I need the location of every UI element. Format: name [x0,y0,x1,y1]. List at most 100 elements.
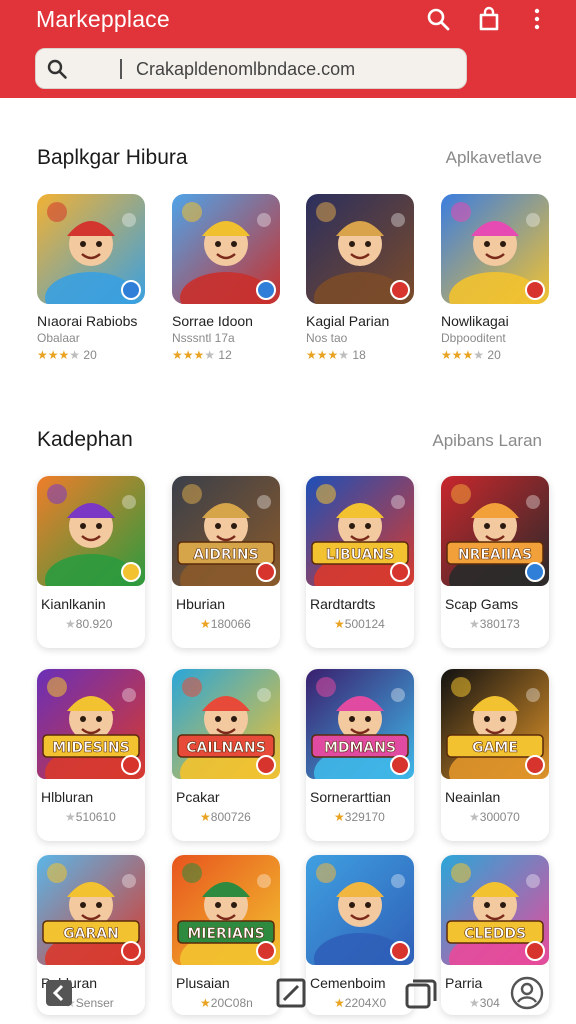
app-badge-icon [256,941,276,961]
app-thumbnail: MIERIANS [172,855,280,965]
app-rating: ★510610 [65,810,116,824]
svg-text:MIERIANS: MIERIANS [187,926,264,942]
app-name: Nıaorai Rabiobs [37,313,138,329]
more-vert-icon[interactable] [524,6,550,32]
app-badge-icon [121,280,141,300]
app-card[interactable]: MDMANS Sornerarttian ★329170 [306,669,414,841]
svg-text:MIDESINS: MIDESINS [52,740,129,756]
rating-count: 800726 [210,810,251,824]
app-thumbnail: AIDRINS [172,476,280,586]
app-badge-icon [390,562,410,582]
search-input[interactable] [136,54,456,84]
rating-count: 180066 [210,617,251,631]
app-badge-icon [121,941,141,961]
app-subtitle: Nsssntl 17a [172,331,235,345]
navigation-bar [0,964,576,1024]
app-thumbnail [172,194,280,304]
app-card[interactable]: LIBUANS Rardtardts ★500124 [306,476,414,648]
app-thumbnail [306,855,414,965]
app-name: Sorrae Idoon [172,313,253,329]
app-card[interactable]: CAILNANS Pcakar ★800726 [172,669,280,841]
app-rating: ★380173 [469,617,520,631]
app-badge-icon [390,941,410,961]
app-card[interactable]: GAME Neainlan ★300070 [441,669,549,841]
app-card[interactable]: Kianlkanin ★80.920 [37,476,145,648]
app-badge-icon [525,941,545,961]
app-thumbnail [37,194,145,304]
svg-text:NREAIIAS: NREAIIAS [458,547,532,563]
app-badge-icon [256,755,276,775]
svg-text:MDMANS: MDMANS [324,740,396,756]
section-see-all-link[interactable]: Aplkavetlave [446,148,542,168]
app-badge-icon [390,280,410,300]
rating-count: 300070 [479,810,520,824]
rating-count: 510610 [75,810,116,824]
app-name: Neainlan [445,789,501,805]
top-app-bar: Markepplace [0,0,576,98]
app-rating: ★80.920 [65,617,113,631]
app-badge-icon [121,562,141,582]
search-field-icon [47,59,67,79]
rating-count: 20 [487,348,501,362]
section-see-all-link[interactable]: Apibans Laran [432,431,542,451]
app-card[interactable]: AIDRINS Hburian ★180066 [172,476,280,648]
app-name: Hburian [176,596,226,612]
app-tile[interactable]: Nıaorai Rabiobs Obalaar ★★★★ 20 [37,194,145,362]
app-tile[interactable]: Sorrae Idoon Nsssntl 17a ★★★★ 12 [172,194,280,362]
svg-text:CLEDDS: CLEDDS [464,926,526,942]
app-thumbnail: LIBUANS [306,476,414,586]
rating-count: 380173 [479,617,520,631]
rating-count: 20 [83,348,97,362]
app-badge-icon [525,562,545,582]
account-icon[interactable] [510,976,544,1010]
app-rating: ★★★★ 12 [172,348,232,362]
recents-icon[interactable] [404,976,438,1010]
edit-square-icon[interactable] [274,976,308,1010]
app-thumbnail: CLEDDS [441,855,549,965]
search-bar[interactable] [35,48,467,89]
svg-text:GAME: GAME [472,740,518,756]
app-name: Kianlkanin [41,596,106,612]
app-thumbnail: GARAN [37,855,145,965]
app-subtitle: Nos tao [306,331,348,345]
app-rating: ★★★★ 20 [37,348,97,362]
app-rating: ★329170 [334,810,385,824]
app-thumbnail [37,476,145,586]
search-icon[interactable] [425,6,451,32]
app-name: Scap Gams [445,596,519,612]
app-rating: ★300070 [469,810,520,824]
app-rating: ★★★★ 18 [306,348,366,362]
svg-text:LIBUANS: LIBUANS [326,547,394,563]
app-badge-icon [121,755,141,775]
svg-text:CAILNANS: CAILNANS [186,740,266,756]
rating-count: 12 [218,348,232,362]
app-thumbnail [441,194,549,304]
app-name: Pcakar [176,789,220,805]
app-card[interactable]: MIDESINS Hlbluran ★510610 [37,669,145,841]
svg-text:GARAN: GARAN [63,926,119,942]
app-tile[interactable]: Nowlikagai Dbpooditent ★★★★ 20 [441,194,549,362]
app-name: Hlbluran [41,789,94,805]
bag-icon[interactable] [476,6,502,32]
app-badge-icon [256,562,276,582]
app-name: Sornerarttian [310,789,391,805]
back-icon[interactable] [44,976,78,1010]
app-rating: ★180066 [200,617,251,631]
app-badge-icon [525,280,545,300]
app-rating: ★★★★ 20 [441,348,501,362]
app-name: Rardtardts [310,596,376,612]
app-card[interactable]: NREAIIAS Scap Gams ★380173 [441,476,549,648]
rating-count: 500124 [344,617,385,631]
app-name: Kagial Parian [306,313,390,329]
rating-count: 80.920 [75,617,113,631]
app-thumbnail: MIDESINS [37,669,145,779]
section-title: Baplkgar Hibura [37,146,188,169]
app-tile[interactable]: Kagial Parian Nos tao ★★★★ 18 [306,194,414,362]
app-thumbnail: NREAIIAS [441,476,549,586]
app-subtitle: Dbpooditent [441,331,506,345]
app-title: Markepplace [36,6,170,32]
app-thumbnail: MDMANS [306,669,414,779]
app-rating: ★800726 [200,810,251,824]
text-cursor [120,59,122,79]
app-badge-icon [525,755,545,775]
